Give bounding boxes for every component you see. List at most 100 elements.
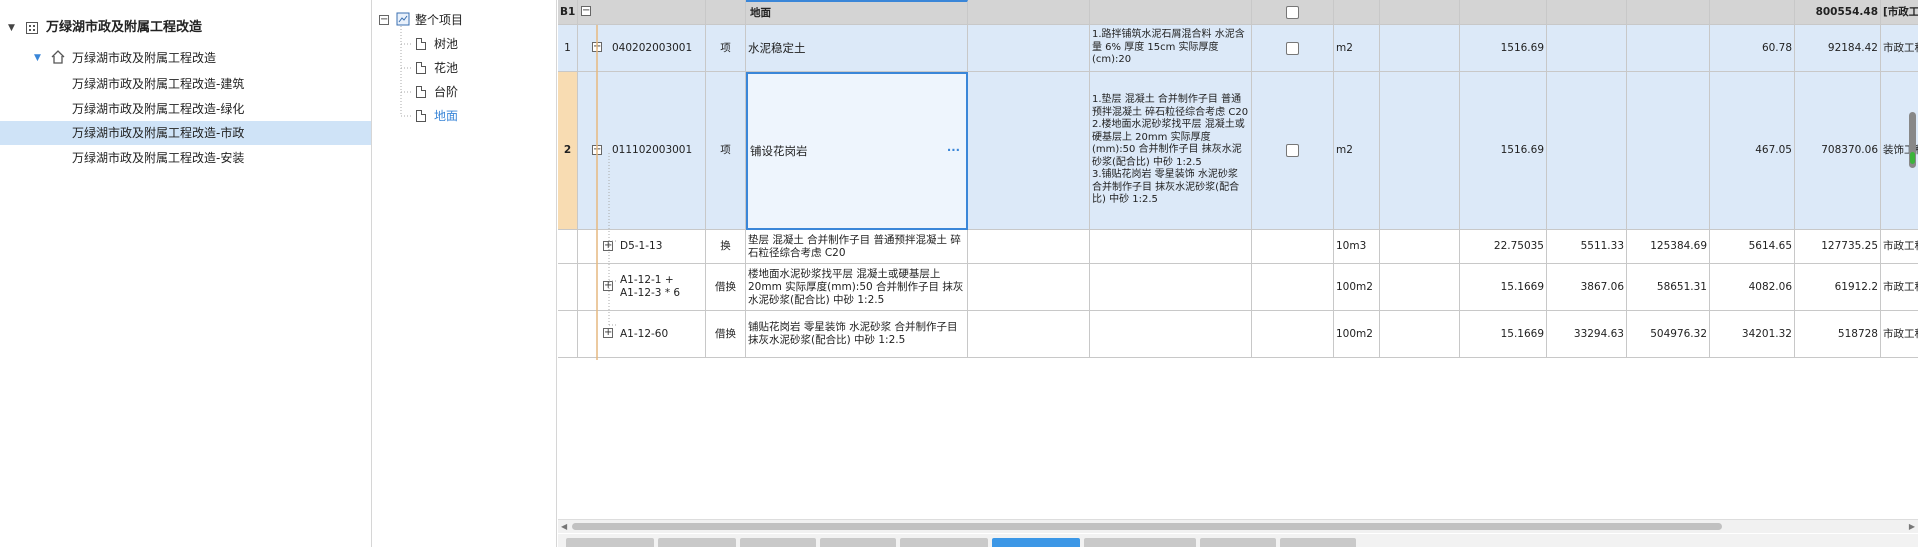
row-spec: 市政工程: [1881, 230, 1918, 264]
tree-child-node[interactable]: ▼ 万绿湖市政及附属工程改造: [0, 46, 371, 70]
row-name[interactable]: 水泥稳定土: [746, 25, 968, 72]
section-item[interactable]: 台阶: [434, 81, 458, 103]
row-unit: 10m3: [1334, 230, 1380, 264]
grid-cell: [1380, 25, 1460, 72]
expand-arrow-icon[interactable]: ▼: [34, 46, 41, 70]
row-quantity[interactable]: 15.1669: [1460, 311, 1547, 358]
row-type: 借换: [706, 264, 746, 311]
row-features[interactable]: 1.垫层 混凝土 合并制作子目 普通预拌混凝土 碎石粒径综合考虑 C20 2.楼…: [1090, 72, 1252, 230]
grid-cell: [1380, 230, 1460, 264]
row-quantity[interactable]: 22.75035: [1460, 230, 1547, 264]
grid-cell: [1380, 72, 1460, 230]
grid-cell: [968, 311, 1090, 358]
row-price: [1547, 72, 1627, 230]
row-name-editor[interactable]: 铺设花岗岩 ···: [746, 72, 968, 230]
bottom-tab[interactable]: [566, 538, 654, 547]
section-item-selected[interactable]: 地面: [434, 105, 458, 127]
bottom-tab[interactable]: [1084, 538, 1196, 547]
row-checkbox[interactable]: [1286, 144, 1299, 157]
subsection-toggle-cell: −: [578, 0, 706, 25]
row-features[interactable]: 1.路拌铺筑水泥石屑混合料 水泥含量 6% 厚度 15cm 实际厚度(cm):2…: [1090, 25, 1252, 72]
bill-grid: B1 − 地面 800554.48 [市政工 1 040202003001 + …: [558, 0, 1918, 547]
row-price: 33294.63: [1547, 311, 1627, 358]
grid-cell: [968, 0, 1090, 25]
row-type: 项: [706, 72, 746, 230]
grid-cell: [1252, 230, 1334, 264]
grid-cell: [1090, 0, 1252, 25]
bottom-tab-bar: [558, 534, 1918, 547]
bottom-tab[interactable]: [900, 538, 988, 547]
row-name: 铺设花岗岩: [750, 143, 808, 158]
row-quantity[interactable]: 1516.69: [1460, 25, 1547, 72]
row-type: 项: [706, 25, 746, 72]
section-item[interactable]: 树池: [434, 33, 458, 55]
tree-unit-item[interactable]: 万绿湖市政及附属工程改造-绿化: [0, 97, 371, 121]
row-quantity[interactable]: 15.1669: [1460, 264, 1547, 311]
row-composite-price: 467.05: [1710, 72, 1795, 230]
section-tree: − 整个项目 树池 花池 台阶 地面: [373, 0, 557, 547]
row-checkbox[interactable]: [1286, 5, 1299, 19]
section-item[interactable]: 花池: [434, 57, 458, 79]
row-type: 换: [706, 230, 746, 264]
grid-cell: [706, 0, 746, 25]
row-spec: 市政工程: [1881, 264, 1918, 311]
row-composite-price: 34201.32: [1710, 311, 1795, 358]
row-quantity[interactable]: 1516.69: [1460, 72, 1547, 230]
document-icon: [416, 62, 426, 74]
bottom-tab[interactable]: [1280, 538, 1356, 547]
row-price: 5511.33: [1547, 230, 1627, 264]
grid-cell: [558, 230, 578, 264]
section-root-label[interactable]: 整个项目: [415, 9, 463, 31]
grid-cell: [1252, 311, 1334, 358]
home-icon: [51, 50, 65, 64]
row-unit: 100m2: [1334, 264, 1380, 311]
grid-cell: [558, 264, 578, 311]
row-unit: m2: [1334, 25, 1380, 72]
vertical-scrollbar-thumb[interactable]: [1909, 112, 1916, 168]
row-type: 借换: [706, 311, 746, 358]
grid-cell: [968, 264, 1090, 311]
grid-cell: [1252, 264, 1334, 311]
document-icon: [416, 38, 426, 50]
tree-root-node[interactable]: ▼ 万绿湖市政及附属工程改造: [0, 16, 371, 40]
bottom-tab[interactable]: [658, 538, 736, 547]
row-amount: 125384.69: [1627, 230, 1710, 264]
row-name[interactable]: 垫层 混凝土 合并制作子目 普通预拌混凝土 碎石粒径综合考虑 C20: [746, 230, 968, 264]
horizontal-scrollbar-thumb[interactable]: [572, 523, 1722, 530]
row-amount: 504976.32: [1627, 311, 1710, 358]
edit-ellipsis-button[interactable]: ···: [947, 144, 960, 157]
grid-cell: [968, 25, 1090, 72]
row-composite-amount: 518728: [1795, 311, 1881, 358]
grid-cell: [1547, 0, 1627, 25]
tree-unit-item-selected[interactable]: 万绿湖市政及附属工程改造-市政: [0, 121, 371, 145]
collapse-icon[interactable]: −: [379, 15, 389, 25]
bottom-tab[interactable]: [740, 538, 816, 547]
bottom-tab-active[interactable]: [992, 538, 1080, 547]
subsection-code: B1: [558, 0, 578, 25]
tree-unit-label: 万绿湖市政及附属工程改造-建筑: [72, 77, 245, 91]
row-checkbox[interactable]: [1286, 41, 1299, 55]
row-composite-amount: 127735.25: [1795, 230, 1881, 264]
tree-unit-item[interactable]: 万绿湖市政及附属工程改造-安装: [0, 146, 371, 170]
horizontal-scrollbar[interactable]: ◀ ▶: [558, 519, 1918, 533]
tree-unit-label: 万绿湖市政及附属工程改造-绿化: [72, 102, 245, 116]
row-name[interactable]: 楼地面水泥砂浆找平层 混凝土或硬基层上 20mm 实际厚度(mm):50 合并制…: [746, 264, 968, 311]
row-composite-amount: 61912.2: [1795, 264, 1881, 311]
grid-cell: [1380, 311, 1460, 358]
expand-arrow-icon[interactable]: ▼: [8, 16, 15, 40]
row-name[interactable]: 铺贴花岗岩 零星装饰 水泥砂浆 合并制作子目 抹灰水泥砂浆(配合比) 中砂 1:…: [746, 311, 968, 358]
grid-cell: [968, 230, 1090, 264]
scroll-left-icon[interactable]: ◀: [561, 522, 567, 531]
bottom-tab[interactable]: [1200, 538, 1276, 547]
bottom-tab[interactable]: [820, 538, 896, 547]
tree-unit-item[interactable]: 万绿湖市政及附属工程改造-建筑: [0, 72, 371, 96]
collapse-icon[interactable]: −: [581, 6, 591, 16]
row-index: 1: [558, 25, 578, 72]
row-amount: 58651.31: [1627, 264, 1710, 311]
grid-cell: [1334, 0, 1380, 25]
scroll-right-icon[interactable]: ▶: [1909, 522, 1915, 531]
tree-unit-label: 万绿湖市政及附属工程改造-市政: [72, 126, 245, 140]
row-amount: [1627, 72, 1710, 230]
row-amount: [1627, 25, 1710, 72]
subsection-total: 800554.48: [1795, 0, 1881, 25]
